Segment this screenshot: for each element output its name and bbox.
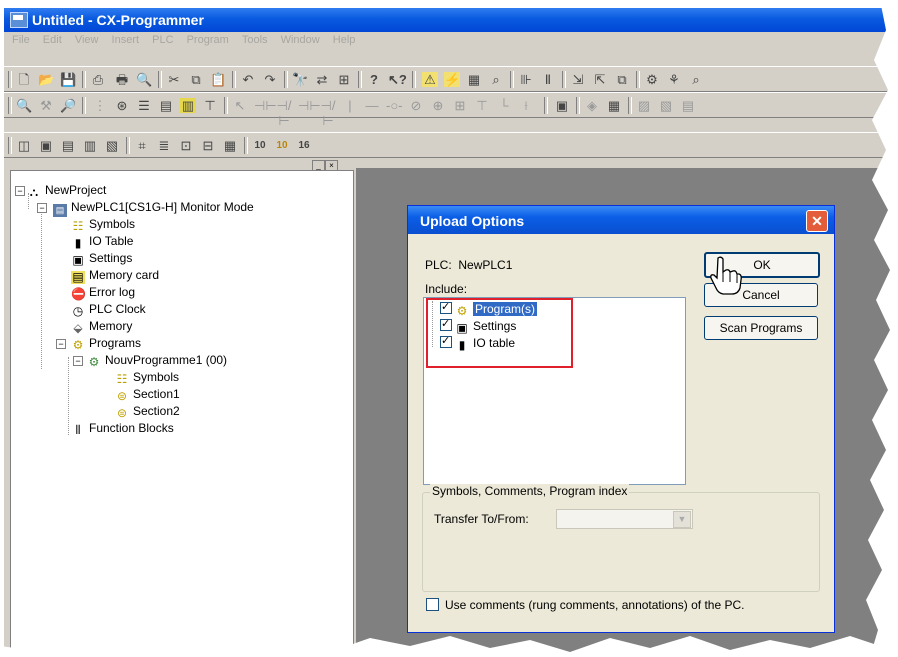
torn-edge-decoration [0, 0, 898, 657]
app-window: Untitled - CX-Programmer File Edit View … [0, 0, 898, 657]
